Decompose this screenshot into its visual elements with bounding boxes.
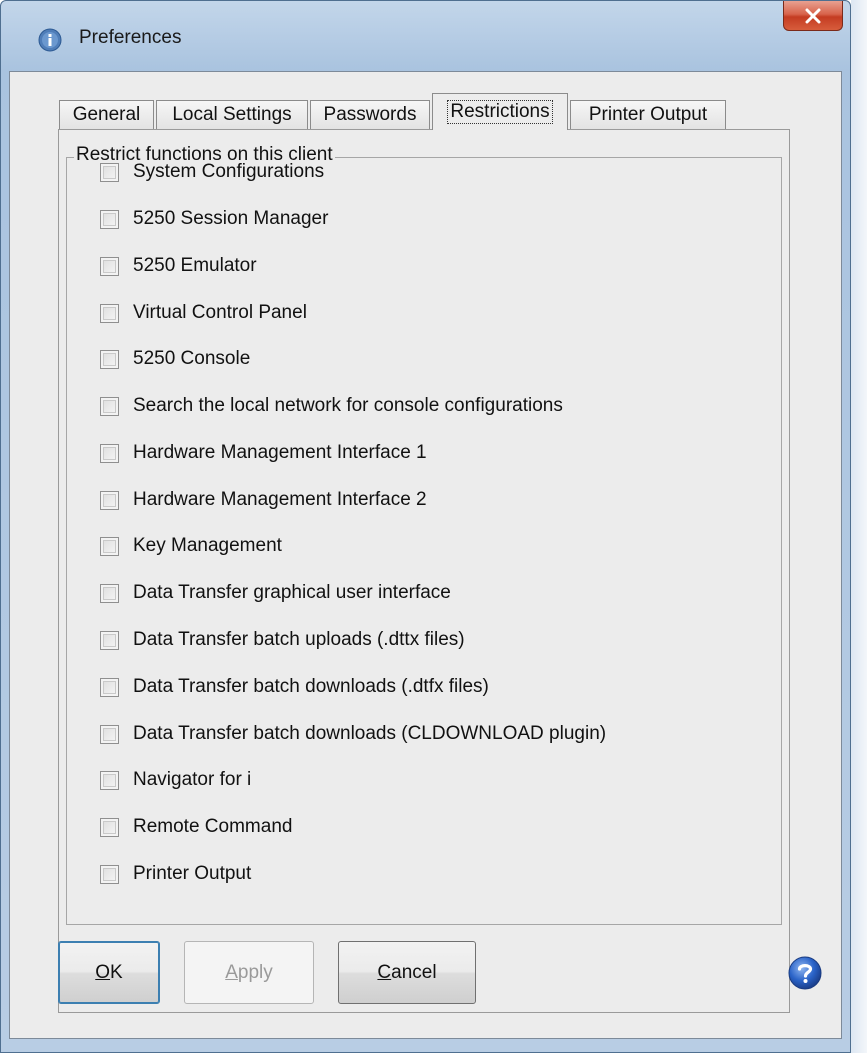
info-icon bbox=[38, 28, 62, 52]
option-data-transfer-gui[interactable]: Data Transfer graphical user interface bbox=[100, 580, 451, 606]
apply-mnemonic: A bbox=[225, 961, 238, 983]
option-system-configurations[interactable]: System Configurations bbox=[100, 159, 324, 185]
option-hmi-2[interactable]: Hardware Management Interface 2 bbox=[100, 487, 427, 513]
ok-button[interactable]: OK bbox=[58, 941, 160, 1004]
checkbox[interactable] bbox=[100, 817, 119, 837]
tab-restrictions[interactable]: Restrictions bbox=[432, 93, 568, 130]
apply-button[interactable]: Apply bbox=[184, 941, 314, 1004]
option-label: Key Management bbox=[133, 535, 282, 556]
window-title: Preferences bbox=[79, 27, 182, 48]
option-label: Hardware Management Interface 2 bbox=[133, 489, 427, 510]
tab-label: Passwords bbox=[323, 104, 417, 125]
option-navigator-for-i[interactable]: Navigator for i bbox=[100, 767, 251, 793]
option-key-management[interactable]: Key Management bbox=[100, 533, 282, 559]
option-label: 5250 Session Manager bbox=[133, 208, 329, 229]
checkbox[interactable] bbox=[100, 490, 119, 510]
cancel-button[interactable]: Cancel bbox=[338, 941, 476, 1004]
desktop-background bbox=[851, 0, 867, 1053]
tab-label: Printer Output bbox=[588, 104, 708, 125]
ok-mnemonic: O bbox=[95, 961, 111, 983]
option-label: Virtual Control Panel bbox=[133, 302, 307, 323]
tab-printer-output[interactable]: Printer Output bbox=[570, 100, 726, 129]
option-label: Data Transfer batch uploads (.dttx files… bbox=[133, 629, 465, 650]
close-icon bbox=[805, 8, 821, 23]
option-label: Data Transfer graphical user interface bbox=[133, 582, 451, 603]
ok-label-rest: K bbox=[110, 961, 123, 983]
checkbox[interactable] bbox=[100, 256, 119, 276]
option-label: System Configurations bbox=[133, 161, 325, 182]
checkbox[interactable] bbox=[100, 864, 119, 884]
option-label: 5250 Console bbox=[133, 348, 251, 369]
checkbox[interactable] bbox=[100, 162, 119, 182]
option-label: Data Transfer batch downloads (.dtfx fil… bbox=[133, 676, 489, 697]
checkbox[interactable] bbox=[100, 724, 119, 744]
option-data-transfer-downloads-cldownload[interactable]: Data Transfer batch downloads (CLDOWNLOA… bbox=[100, 721, 606, 747]
checkbox[interactable] bbox=[100, 677, 119, 697]
option-label: Data Transfer batch downloads (CLDOWNLOA… bbox=[133, 723, 607, 744]
option-label: Remote Command bbox=[133, 816, 293, 837]
option-data-transfer-uploads[interactable]: Data Transfer batch uploads (.dttx files… bbox=[100, 627, 465, 653]
option-label: 5250 Emulator bbox=[133, 255, 257, 276]
checkbox[interactable] bbox=[100, 583, 119, 603]
tab-label: General bbox=[72, 104, 141, 125]
option-5250-session-manager[interactable]: 5250 Session Manager bbox=[100, 206, 328, 232]
option-label: Search the local network for console con… bbox=[133, 395, 563, 416]
help-icon[interactable] bbox=[787, 955, 823, 991]
option-5250-emulator[interactable]: 5250 Emulator bbox=[100, 253, 257, 279]
checkbox[interactable] bbox=[100, 443, 119, 463]
checkbox[interactable] bbox=[100, 536, 119, 556]
checkbox[interactable] bbox=[100, 770, 119, 790]
tab-passwords[interactable]: Passwords bbox=[310, 100, 430, 129]
cancel-mnemonic: C bbox=[377, 961, 392, 983]
option-data-transfer-downloads-dtfx[interactable]: Data Transfer batch downloads (.dtfx fil… bbox=[100, 674, 489, 700]
option-search-local-network[interactable]: Search the local network for console con… bbox=[100, 393, 563, 419]
checkbox[interactable] bbox=[100, 630, 119, 650]
tab-local-settings[interactable]: Local Settings bbox=[156, 100, 308, 129]
cancel-label-rest: ancel bbox=[391, 961, 437, 983]
option-5250-console[interactable]: 5250 Console bbox=[100, 346, 250, 372]
tab-label: Local Settings bbox=[172, 104, 292, 125]
apply-label-rest: pply bbox=[237, 961, 273, 983]
tab-general[interactable]: General bbox=[59, 100, 154, 129]
option-printer-output[interactable]: Printer Output bbox=[100, 861, 251, 887]
option-label: Navigator for i bbox=[133, 769, 252, 790]
close-button[interactable] bbox=[783, 1, 843, 31]
option-label: Hardware Management Interface 1 bbox=[133, 442, 427, 463]
checkbox[interactable] bbox=[100, 209, 119, 229]
checkbox[interactable] bbox=[100, 349, 119, 369]
tab-label: Restrictions bbox=[447, 100, 553, 124]
checkbox[interactable] bbox=[100, 396, 119, 416]
option-hmi-1[interactable]: Hardware Management Interface 1 bbox=[100, 440, 427, 466]
option-label: Printer Output bbox=[133, 863, 252, 884]
option-virtual-control-panel[interactable]: Virtual Control Panel bbox=[100, 300, 307, 326]
checkbox[interactable] bbox=[100, 303, 119, 323]
option-remote-command[interactable]: Remote Command bbox=[100, 814, 292, 840]
